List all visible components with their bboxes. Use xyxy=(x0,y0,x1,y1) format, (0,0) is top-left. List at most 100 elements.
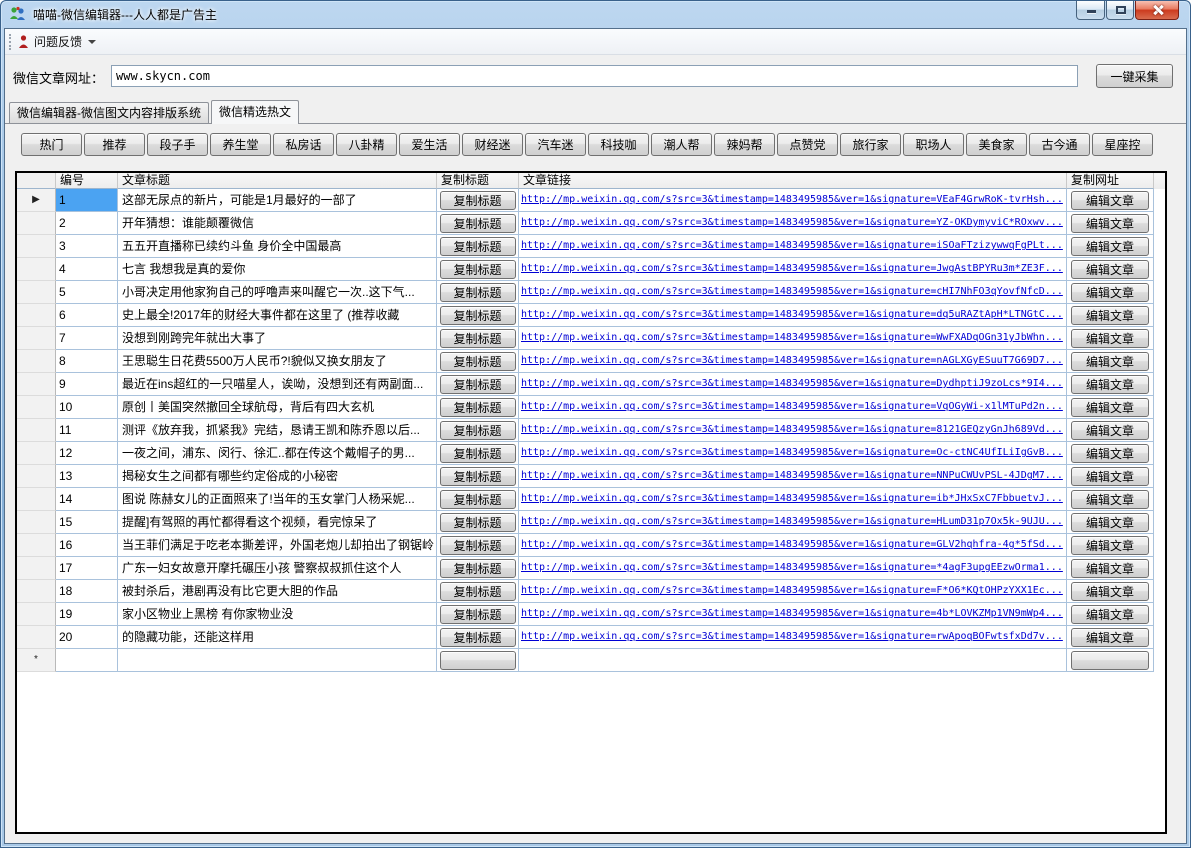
header-copy-title[interactable]: 复制标题 xyxy=(437,173,519,189)
row-selector[interactable] xyxy=(17,626,56,649)
category-button-4[interactable]: 养生堂 xyxy=(210,133,271,156)
edit-article-button[interactable]: 编辑文章 xyxy=(1071,513,1149,532)
row-index-cell[interactable]: 7 xyxy=(56,327,118,350)
row-index-cell[interactable]: 16 xyxy=(56,534,118,557)
row-selector[interactable] xyxy=(17,580,56,603)
row-selector[interactable] xyxy=(17,258,56,281)
category-button-9[interactable]: 汽车迷 xyxy=(525,133,586,156)
category-button-1[interactable]: 热门 xyxy=(21,133,82,156)
article-link[interactable]: http://mp.weixin.qq.com/s?src=3&timestam… xyxy=(521,189,1066,211)
row-selector[interactable] xyxy=(17,603,56,626)
row-index-cell[interactable]: 4 xyxy=(56,258,118,281)
row-index-cell[interactable]: 11 xyxy=(56,419,118,442)
article-link[interactable]: http://mp.weixin.qq.com/s?src=3&timestam… xyxy=(521,304,1066,326)
copy-title-button[interactable]: 复制标题 xyxy=(439,329,516,348)
edit-article-button[interactable]: 编辑文章 xyxy=(1071,237,1149,256)
row-index-cell[interactable]: 13 xyxy=(56,465,118,488)
article-url-input[interactable] xyxy=(111,65,1078,87)
category-button-15[interactable]: 职场人 xyxy=(903,133,964,156)
edit-article-button[interactable]: 编辑文章 xyxy=(1071,329,1149,348)
edit-article-button[interactable]: 编辑文章 xyxy=(1071,467,1149,486)
row-index-cell[interactable]: 17 xyxy=(56,557,118,580)
article-title-cell[interactable]: 小哥决定用他家狗自己的呼噜声来叫醒它一次..这下气... xyxy=(118,281,437,304)
edit-article-button[interactable]: 编辑文章 xyxy=(1071,214,1149,233)
article-link[interactable]: http://mp.weixin.qq.com/s?src=3&timestam… xyxy=(521,212,1066,234)
copy-title-button[interactable]: 复制标题 xyxy=(439,214,516,233)
article-link[interactable]: http://mp.weixin.qq.com/s?src=3&timestam… xyxy=(521,281,1066,303)
category-button-5[interactable]: 私房话 xyxy=(273,133,334,156)
copy-title-button[interactable]: 复制标题 xyxy=(439,559,516,578)
article-link[interactable]: http://mp.weixin.qq.com/s?src=3&timestam… xyxy=(521,511,1066,533)
article-title-cell[interactable]: 这部无尿点的新片，可能是1月最好的一部了 xyxy=(118,189,437,212)
header-selector[interactable] xyxy=(17,173,56,189)
copy-title-button[interactable]: 复制标题 xyxy=(439,306,516,325)
minimize-button[interactable] xyxy=(1076,1,1105,20)
maximize-button[interactable] xyxy=(1106,1,1134,20)
row-selector[interactable]: * xyxy=(17,649,56,672)
article-link[interactable]: http://mp.weixin.qq.com/s?src=3&timestam… xyxy=(521,442,1066,464)
category-button-16[interactable]: 美食家 xyxy=(966,133,1027,156)
row-selector[interactable]: ▶ xyxy=(17,189,56,212)
article-title-cell[interactable]: 史上最全!2017年的财经大事件都在这里了 (推荐收藏 xyxy=(118,304,437,327)
article-title-cell[interactable]: 被封杀后，港剧再没有比它更大胆的作品 xyxy=(118,580,437,603)
article-title-cell[interactable]: 最近在ins超红的一只喵星人，诶呦，没想到还有两副面... xyxy=(118,373,437,396)
article-title-cell[interactable]: 广东一妇女故意开摩托碾压小孩 警察叔叔抓住这个人 xyxy=(118,557,437,580)
copy-title-button[interactable]: 复制标题 xyxy=(439,444,516,463)
row-selector[interactable] xyxy=(17,465,56,488)
category-button-12[interactable]: 辣妈帮 xyxy=(714,133,775,156)
article-link[interactable]: http://mp.weixin.qq.com/s?src=3&timestam… xyxy=(521,327,1066,349)
article-title-cell[interactable]: 揭秘女生之间都有哪些约定俗成的小秘密 xyxy=(118,465,437,488)
row-selector[interactable] xyxy=(17,442,56,465)
edit-article-button[interactable]: 编辑文章 xyxy=(1071,191,1149,210)
copy-title-button[interactable]: 复制标题 xyxy=(439,283,516,302)
category-button-7[interactable]: 爱生活 xyxy=(399,133,460,156)
row-selector[interactable] xyxy=(17,511,56,534)
row-selector[interactable] xyxy=(17,488,56,511)
row-selector[interactable] xyxy=(17,373,56,396)
title-bar[interactable]: 喵喵-微信编辑器---人人都是广告主 xyxy=(0,0,1191,28)
article-title-cell[interactable]: 图说 陈赫女儿的正面照来了!当年的玉女掌门人杨采妮... xyxy=(118,488,437,511)
copy-title-button[interactable]: 复制标题 xyxy=(439,237,516,256)
row-index-cell[interactable]: 1 xyxy=(56,189,118,212)
row-selector[interactable] xyxy=(17,327,56,350)
row-selector[interactable] xyxy=(17,350,56,373)
row-index-cell[interactable]: 10 xyxy=(56,396,118,419)
row-selector[interactable] xyxy=(17,212,56,235)
article-link[interactable]: http://mp.weixin.qq.com/s?src=3&timestam… xyxy=(521,419,1066,441)
row-selector[interactable] xyxy=(17,235,56,258)
row-selector[interactable] xyxy=(17,281,56,304)
article-link[interactable]: http://mp.weixin.qq.com/s?src=3&timestam… xyxy=(521,626,1066,648)
row-index-cell[interactable]: 3 xyxy=(56,235,118,258)
article-link[interactable]: http://mp.weixin.qq.com/s?src=3&timestam… xyxy=(521,396,1066,418)
copy-title-button[interactable]: 复制标题 xyxy=(439,467,516,486)
row-index-cell[interactable]: 20 xyxy=(56,626,118,649)
tab-hot-articles[interactable]: 微信精选热文 xyxy=(211,100,300,124)
copy-title-button[interactable]: 复制标题 xyxy=(439,352,516,371)
copy-title-button[interactable] xyxy=(439,651,516,670)
header-copy-url[interactable]: 复制网址 xyxy=(1067,173,1154,189)
row-index-cell[interactable]: 15 xyxy=(56,511,118,534)
copy-title-button[interactable]: 复制标题 xyxy=(439,536,516,555)
article-title-cell[interactable]: 测评《放弃我，抓紧我》完结，恳请王凯和陈乔恩以后... xyxy=(118,419,437,442)
copy-title-button[interactable]: 复制标题 xyxy=(439,605,516,624)
article-title-cell[interactable]: 开年猜想：谁能颠覆微信 xyxy=(118,212,437,235)
edit-article-button[interactable]: 编辑文章 xyxy=(1071,536,1149,555)
article-link[interactable]: http://mp.weixin.qq.com/s?src=3&timestam… xyxy=(521,235,1066,257)
article-title-cell[interactable]: 一夜之间，浦东、闵行、徐汇..都在传这个戴帽子的男... xyxy=(118,442,437,465)
row-index-cell[interactable]: 2 xyxy=(56,212,118,235)
header-index[interactable]: 编号 xyxy=(56,173,118,189)
copy-title-button[interactable]: 复制标题 xyxy=(439,628,516,647)
row-index-cell[interactable]: 19 xyxy=(56,603,118,626)
copy-title-button[interactable]: 复制标题 xyxy=(439,260,516,279)
copy-title-button[interactable]: 复制标题 xyxy=(439,582,516,601)
article-title-cell[interactable]: 五五开直播称已续约斗鱼 身价全中国最高 xyxy=(118,235,437,258)
category-button-3[interactable]: 段子手 xyxy=(147,133,208,156)
article-link[interactable]: http://mp.weixin.qq.com/s?src=3&timestam… xyxy=(521,580,1066,602)
edit-article-button[interactable]: 编辑文章 xyxy=(1071,421,1149,440)
edit-article-button[interactable]: 编辑文章 xyxy=(1071,444,1149,463)
edit-article-button[interactable]: 编辑文章 xyxy=(1071,559,1149,578)
copy-title-button[interactable]: 复制标题 xyxy=(439,191,516,210)
article-title-cell[interactable]: 王思聪生日花费5500万人民币?!貌似又换女朋友了 xyxy=(118,350,437,373)
row-selector[interactable] xyxy=(17,557,56,580)
row-index-cell[interactable]: 6 xyxy=(56,304,118,327)
